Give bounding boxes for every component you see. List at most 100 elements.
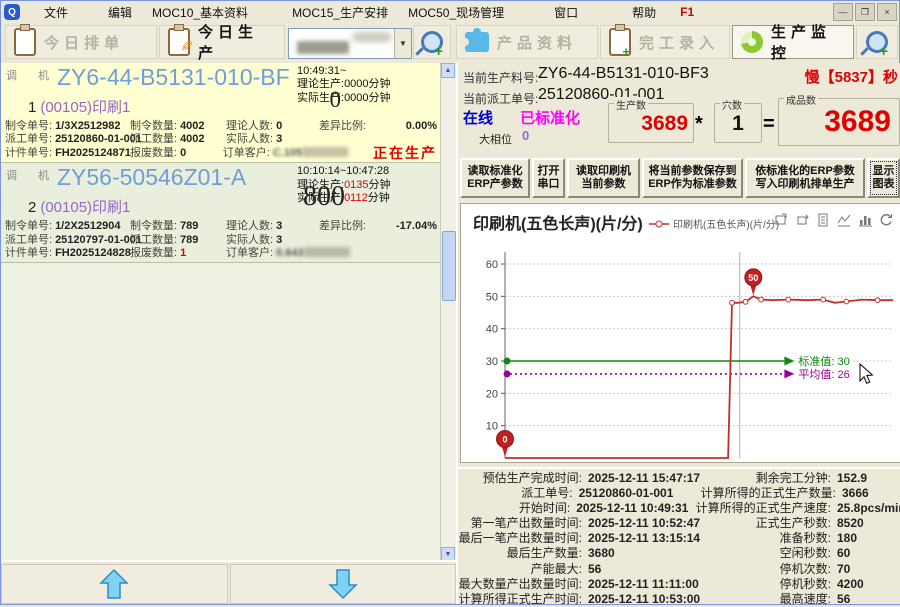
stat-right-value: 3666 xyxy=(836,486,900,501)
toolbar: 今日排单 ✎ 今日生产 ▼ + 产品资料 + 完工录入 生产监控 + xyxy=(1,23,899,65)
stat-left-label: 预估生产完成时间: xyxy=(458,471,582,486)
machine-combobox[interactable]: ▼ xyxy=(288,28,412,59)
slow-alert-badge: 慢【5837】秒 xyxy=(805,66,898,87)
scroll-up-icon[interactable]: ▲ xyxy=(441,63,455,78)
diff-ratio: 0.00% xyxy=(406,120,437,133)
actual-value: 0000 xyxy=(344,92,368,104)
clipboard-plus-icon: + xyxy=(609,28,631,56)
page-up-button[interactable] xyxy=(1,564,228,604)
today-schedule-button[interactable]: 今日排单 xyxy=(5,25,157,59)
search-right-button[interactable]: + xyxy=(856,25,898,59)
today-production-button[interactable]: ✎ 今日生产 xyxy=(159,25,285,59)
scrollbar-thumb[interactable] xyxy=(442,231,456,301)
phase-label: 大相位 xyxy=(479,131,512,147)
button-label-line1: 将当前参数保存到 xyxy=(649,165,737,178)
svg-text:50: 50 xyxy=(748,273,758,283)
stat-left-value: 2025-12-11 13:15:14 xyxy=(582,531,720,546)
menu-window[interactable]: 窗口 xyxy=(548,2,584,23)
multiply-sign: * xyxy=(695,113,703,136)
diff-ratio: -17.04% xyxy=(396,220,437,233)
production-monitor-label: 生产监控 xyxy=(771,21,845,63)
production-monitor-button[interactable]: 生产监控 xyxy=(732,25,854,59)
menu-help[interactable]: 帮助 xyxy=(626,2,662,23)
redacted-text xyxy=(297,41,349,54)
bar-chart-icon[interactable] xyxy=(857,212,873,228)
read-std-erp-params-button[interactable]: 读取标准化ERP产参数 xyxy=(460,158,530,198)
stat-left-value: 2025-12-11 10:52:47 xyxy=(582,516,720,531)
minutes-unit: 分钟 xyxy=(369,78,391,90)
save-params-to-erp-button[interactable]: 将当前参数保存到ERP作为标准参数 xyxy=(642,158,743,198)
show-chart-button[interactable]: 显示图表 xyxy=(867,158,900,198)
product-info-button[interactable]: 产品资料 xyxy=(456,25,598,59)
minimize-button[interactable]: — xyxy=(833,3,853,21)
part-number: ZY6-44-B5131-010-BF xyxy=(57,64,290,91)
production-list-panel: 调机ZY6-44-B5131-010-BF10:49:31~理论生产:0000分… xyxy=(1,63,456,604)
zoom-reset-icon[interactable] xyxy=(794,212,810,228)
cavity-legend: 穴数 xyxy=(720,97,744,112)
button-label-line2: 图表 xyxy=(873,178,895,191)
redacted-text xyxy=(353,32,391,42)
open-serial-port-button[interactable]: 打开串口 xyxy=(532,158,565,198)
process-name: (00105)印刷1 xyxy=(40,199,130,216)
legend-label: 印刷机(五色长声)(片/分) xyxy=(673,216,779,231)
vertical-scrollbar[interactable]: ▲ ▼ xyxy=(440,63,456,562)
read-printer-params-button[interactable]: 读取印刷机当前参数 xyxy=(567,158,640,198)
zoom-out-icon[interactable] xyxy=(773,212,789,228)
stat-right-label: 停机秒数: xyxy=(720,577,831,592)
adjust-tag: 调 xyxy=(6,167,17,183)
adjust-tag: 调 xyxy=(6,67,17,83)
page-down-button[interactable] xyxy=(230,564,457,604)
menu-file[interactable]: 文件 xyxy=(38,2,74,23)
production-card-2[interactable]: 调机ZY56-50546Z01-A10:10:14~10:47:28理论生产:0… xyxy=(1,163,441,263)
data-table-icon[interactable] xyxy=(815,212,831,228)
svg-text:60: 60 xyxy=(486,259,498,271)
button-label-line2: 串口 xyxy=(538,178,560,191)
menu-moc15-production-plan[interactable]: MOC15_生产安排 xyxy=(286,2,394,23)
stat-right-value: 8520 xyxy=(831,516,900,531)
menu-edit[interactable]: 编辑 xyxy=(102,2,138,23)
stat-left-value: 56 xyxy=(582,562,720,577)
svg-text:40: 40 xyxy=(486,324,498,336)
search-left-button[interactable]: + xyxy=(413,25,451,59)
app-icon: Q xyxy=(4,4,20,20)
menu-moc10-base-data[interactable]: MOC10_基本资料 xyxy=(146,2,254,23)
detail-line-1: 制令单号:1/3X2512982制令数量:4002理论人数:0差异比例:0.00… xyxy=(5,120,437,133)
actual-minutes: 实际生产:0000分钟 xyxy=(297,92,428,105)
clipboard-icon xyxy=(14,28,36,56)
write-params-to-printer-button[interactable]: 依标准化的ERP参数写入印刷机排单生产 xyxy=(745,158,865,198)
stats-row: 第一笔产出数量时间:2025-12-11 10:52:47正式生产秒数:8520 xyxy=(458,516,900,531)
pie-chart-icon xyxy=(741,31,763,53)
equals-sign: = xyxy=(763,113,775,136)
speed-chart-groupbox: 印刷机(五色长声)(片/分) 印刷机(五色长声)(片/分) 1020304050… xyxy=(460,203,900,463)
stat-left-value: 2025-12-11 11:11:00 xyxy=(582,577,720,592)
dropdown-arrow-icon[interactable]: ▼ xyxy=(394,29,411,58)
button-label-line1: 打开 xyxy=(538,165,560,178)
list-filler xyxy=(1,263,441,562)
stat-right-value: 60 xyxy=(831,546,900,561)
stat-right-value: 180 xyxy=(831,531,900,546)
line-chart-icon[interactable] xyxy=(836,212,852,228)
chart-title: 印刷机(五色长声)(片/分) xyxy=(473,210,643,234)
line-chart[interactable]: 102030405060标准值: 30平均值: 26050 xyxy=(461,236,900,467)
list-navigation xyxy=(1,560,456,604)
refresh-icon[interactable] xyxy=(878,212,894,228)
detail-line-3: 计件单号:FH2025124828报废数量:1订单客户:0.643 xyxy=(5,247,437,260)
close-button[interactable]: × xyxy=(877,3,897,21)
stat-left-value: 2025-12-11 10:49:31 xyxy=(570,501,695,516)
time-range: 10:10:14~10:47:28 xyxy=(297,165,428,178)
current-part-value: ZY6-44-B5131-010-BF3 xyxy=(538,65,709,83)
redaction-smudge xyxy=(302,147,348,157)
stat-left-label: 第一笔产出数量时间: xyxy=(458,516,582,531)
detail-line-1: 制令单号:1/2X2512904制令数量:789理论人数:3差异比例:-17.0… xyxy=(5,220,437,233)
stat-left-label: 派工单号: xyxy=(458,486,573,501)
product-info-label: 产品资料 xyxy=(497,32,577,53)
menu-moc50-floor-management[interactable]: MOC50_现场管理 xyxy=(402,2,510,23)
up-arrow-icon xyxy=(97,568,131,600)
completion-entry-button[interactable]: + 完工录入 xyxy=(600,25,730,59)
production-count-group: 生产数 3689 xyxy=(608,103,694,143)
stats-row: 产能最大:56停机次数:70 xyxy=(458,562,900,577)
production-card-1[interactable]: 调机ZY6-44-B5131-010-BF10:49:31~理论生产:0000分… xyxy=(1,63,441,163)
stat-right-label: 停机次数: xyxy=(720,562,831,577)
menu-hotkey-f1[interactable]: F1 xyxy=(680,5,694,19)
restore-button[interactable]: ❐ xyxy=(855,3,875,21)
